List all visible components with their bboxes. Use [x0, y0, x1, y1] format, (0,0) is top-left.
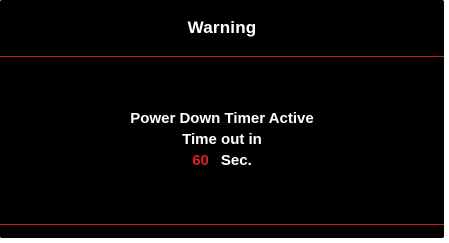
- dialog-header: Warning: [0, 0, 444, 55]
- countdown-row: 60 Sec.: [0, 150, 444, 171]
- message-line-1: Power Down Timer Active: [130, 110, 314, 127]
- dialog-title: Warning: [187, 17, 257, 37]
- message-line-2: Time out in: [182, 131, 262, 148]
- dialog-body: Power Down Timer Active Time out in 60 Se…: [0, 108, 444, 171]
- countdown-value: 60: [192, 152, 209, 169]
- warning-dialog: Warning Power Down Timer Active Time out…: [0, 0, 444, 238]
- countdown-unit: Sec.: [220, 152, 252, 169]
- footer-divider: [0, 224, 444, 225]
- header-divider: [0, 56, 444, 57]
